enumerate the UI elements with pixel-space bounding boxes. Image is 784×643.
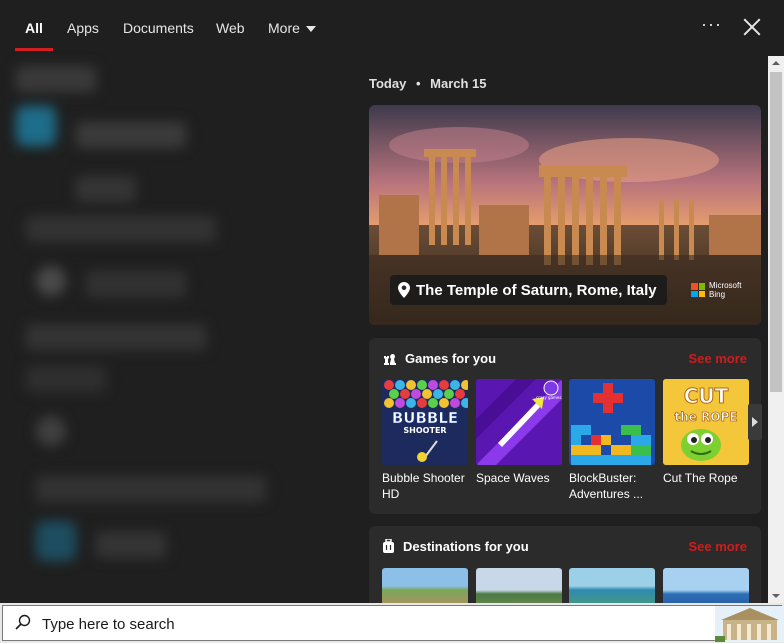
location-pin-icon [398,282,410,298]
date-label: Today [369,76,407,91]
taskbar: Type here to search [0,603,784,643]
hero-location-caption[interactable]: The Temple of Saturn, Rome, Italy [390,275,667,305]
cut-title-art: CUT [684,384,729,408]
bubble-subtitle-art: SHOOTER [403,426,446,435]
space-waves-art: crazy games [476,379,562,465]
suitcase-icon [383,539,394,553]
blurred-row [96,532,166,558]
close-icon[interactable] [741,16,763,38]
game-tile[interactable]: BlockBuster: Adventures ... [569,379,655,502]
scrollbar-thumb[interactable] [770,72,782,392]
destinations-card-title: Destinations for you [403,539,529,554]
destination-tile[interactable] [382,568,468,603]
microsoft-logo-icon [691,283,705,297]
blurred-row [26,324,206,350]
blurred-recent-list [16,66,346,566]
taskbar-search-box[interactable]: Type here to search [2,605,784,642]
blurred-row [26,366,106,392]
cut-the-rope-thumbnail: CUT the ROPE [663,379,749,465]
scroll-up-arrow-icon[interactable] [772,61,780,65]
games-scroll-right-button[interactable] [748,404,762,440]
tab-more-label: More [268,20,300,36]
blurred-app-icon [36,521,76,561]
destination-tile[interactable] [476,568,562,603]
rope-title-art: the ROPE [674,410,737,424]
game-tile[interactable]: BUBBLE SHOOTER Bubble Shooter HD [382,379,468,502]
space-waves-thumbnail: crazy games [476,379,562,465]
tab-documents[interactable]: Documents [123,20,194,36]
search-scope-tabs: All Apps Documents Web More ··· [0,0,784,56]
date-separator: • [415,76,421,91]
blurred-app-icon [16,106,56,146]
blurred-row [76,122,186,148]
bubble-shooter-art: BUBBLE SHOOTER [384,380,468,462]
games-see-more-link[interactable]: See more [688,351,747,366]
games-card-header: Games for you [382,351,496,366]
microsoft-bing-logo: Microsoft Bing [691,281,741,299]
bubble-shooter-thumbnail: BUBBLE SHOOTER [382,379,468,465]
bing-brand-line1: Microsoft [709,281,742,290]
active-tab-indicator [15,48,53,51]
game-tile[interactable]: crazy games Space Waves [476,379,562,486]
games-card-title: Games for you [405,351,497,366]
bing-brand-line2: Bing [709,290,726,299]
blurred-row [86,271,186,297]
chevron-down-icon [305,26,316,33]
date-value: March 15 [430,76,487,91]
search-highlight-image [715,606,784,642]
game-title: BlockBuster: Adventures ... [569,471,644,501]
destination-tile[interactable] [663,568,749,603]
game-title: Cut The Rope [663,471,738,485]
destination-tile[interactable] [569,568,655,603]
bing-brand-text: Microsoft Bing [709,281,741,299]
blurred-app-icon [36,266,66,296]
tab-apps[interactable]: Apps [67,20,99,36]
tab-all[interactable]: All [25,20,43,36]
blurred-row [76,176,136,202]
bubble-title-art: BUBBLE [392,409,458,427]
cut-the-rope-art: CUT the ROPE [663,379,749,465]
feed-scrollbar[interactable] [768,56,784,603]
search-panel: All Apps Documents Web More ··· Today • … [0,0,784,603]
destinations-card: Destinations for you See more [369,526,761,603]
hero-image-card[interactable]: The Temple of Saturn, Rome, Italy Micros… [369,105,761,325]
more-options-icon[interactable]: ··· [701,14,722,35]
game-title: Space Waves [476,471,550,485]
scroll-down-arrow-icon[interactable] [772,594,780,598]
games-card: Games for you See more BUBBLE SHOOTER Bu… [369,338,761,514]
game-tile[interactable]: CUT the ROPE Cut The Rope [663,379,749,486]
search-placeholder-text: Type here to search [42,616,175,633]
destinations-see-more-link[interactable]: See more [688,539,747,554]
blockbuster-art [569,379,655,465]
blurred-app-icon [36,416,66,446]
chess-icon [384,354,396,365]
blurred-row [36,476,266,502]
game-title: Bubble Shooter HD [382,471,465,501]
crazy-games-badge: crazy games [536,395,561,400]
tab-more[interactable]: More [268,20,316,36]
blurred-row [16,66,96,92]
hero-caption-text: The Temple of Saturn, Rome, Italy [416,281,657,299]
destinations-card-header: Destinations for you [382,539,529,554]
blurred-row [26,216,216,242]
search-icon [15,614,31,630]
date-heading: Today • March 15 [369,76,487,91]
blockbuster-thumbnail [569,379,655,465]
tab-web[interactable]: Web [216,20,245,36]
